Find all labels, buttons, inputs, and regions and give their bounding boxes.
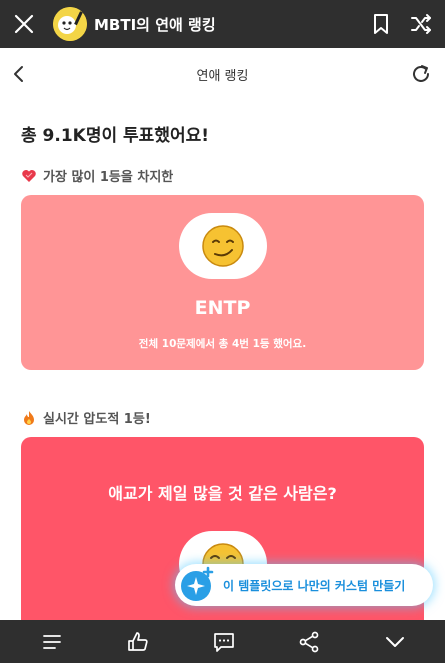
comment-icon[interactable] bbox=[212, 630, 236, 654]
rank-description: 전체 10문제에서 총 4번 1등 했어요. bbox=[138, 338, 307, 350]
share-icon[interactable] bbox=[297, 630, 321, 654]
question-text: 애교가 제일 많을 것 같은 사람은? bbox=[108, 484, 337, 503]
menu-icon[interactable] bbox=[40, 630, 64, 654]
app-title: MBTI의 연애 랭킹 bbox=[94, 16, 216, 34]
bottom-toolbar bbox=[0, 620, 445, 663]
top-ranked-card[interactable]: ENTP 전체 10문제에서 총 4번 1등 했어요. bbox=[21, 195, 424, 370]
close-icon[interactable] bbox=[12, 12, 36, 36]
custom-template-label: 이 템플릿으로 나만의 커스텀 만들기 bbox=[223, 579, 406, 593]
heart-icon bbox=[22, 169, 36, 182]
avatar bbox=[53, 7, 87, 41]
section-label-most-first: 가장 많이 1등을 차지한 bbox=[21, 166, 173, 185]
shuffle-icon[interactable] bbox=[410, 13, 432, 35]
total-votes-text: 총 9.1K명이 투표했어요! bbox=[21, 126, 209, 146]
refresh-icon[interactable] bbox=[409, 62, 433, 86]
realtime-question-card[interactable]: 애교가 제일 많을 것 같은 사람은? bbox=[21, 437, 424, 637]
bookmark-icon[interactable] bbox=[371, 13, 391, 35]
section-label-text: 가장 많이 1등을 차지한 bbox=[43, 170, 174, 185]
thumbs-up-icon[interactable] bbox=[126, 630, 150, 654]
custom-template-button[interactable]: 이 템플릿으로 나만의 커스텀 만들기 bbox=[175, 564, 433, 606]
face-badge bbox=[179, 213, 267, 279]
sub-header: 연애 랭킹 bbox=[0, 48, 445, 100]
fire-icon bbox=[24, 410, 34, 425]
sparkle-icon bbox=[181, 566, 214, 601]
mbti-type: ENTP bbox=[194, 297, 251, 319]
chevron-down-icon[interactable] bbox=[383, 630, 407, 654]
section-label-realtime: 실시간 압도적 1등! bbox=[21, 408, 151, 427]
top-bar: MBTI의 연애 랭킹 bbox=[0, 0, 445, 48]
smirk-face-icon bbox=[202, 225, 244, 267]
page-title: 연애 랭킹 bbox=[196, 69, 249, 84]
section-label-text: 실시간 압도적 1등! bbox=[43, 412, 151, 427]
